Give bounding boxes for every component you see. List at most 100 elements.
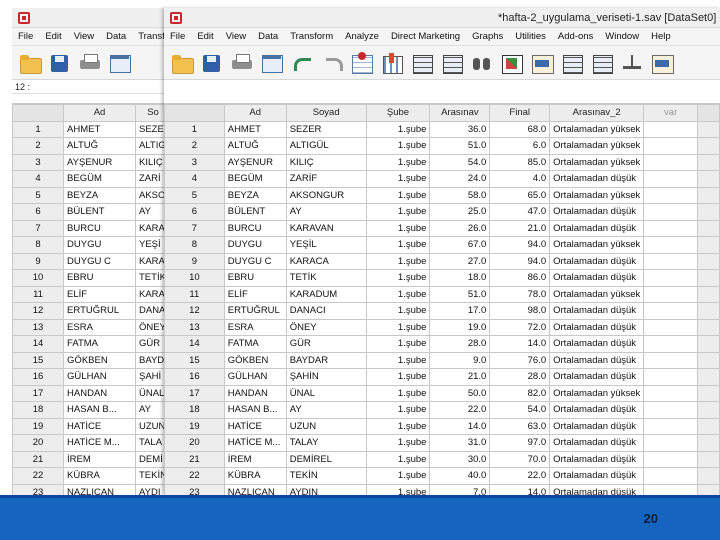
menu-item[interactable]: File [12,31,39,42]
data-cell[interactable]: 54.0 [489,401,551,419]
row-number[interactable]: 6 [12,203,65,221]
data-cell[interactable]: Ortalamadan yüksek [549,384,645,402]
data-cell[interactable]: 17.0 [429,302,491,320]
data-cell[interactable]: UZUN [285,417,367,435]
data-cell[interactable]: ALTUĞ [223,137,287,155]
data-cell[interactable]: Ortalamadan düşük [549,368,645,386]
row-number[interactable]: 3 [164,153,225,171]
data-cell[interactable]: HATİCE M... [63,434,136,452]
row-number[interactable]: 8 [164,236,225,254]
row-number[interactable]: 19 [164,417,225,435]
data-cell[interactable]: 31.0 [429,434,491,452]
menu-graphs[interactable]: Graphs [466,31,509,42]
data-cell[interactable]: GÜR [285,335,367,353]
row-number[interactable]: 9 [164,252,225,270]
data-cell[interactable]: Ortalamadan düşük [549,203,645,221]
row-number[interactable]: 21 [164,450,225,468]
data-cell[interactable]: 1.şube [365,384,431,402]
value-labels-icon[interactable] [650,52,674,74]
data-cell[interactable]: 1.şube [365,318,431,336]
column-header[interactable]: Soyad [285,104,367,122]
row-number[interactable]: 10 [164,269,225,287]
goto-case-icon[interactable] [350,51,374,74]
row-number[interactable]: 23 [12,483,65,495]
data-cell[interactable]: 7.0 [429,483,491,495]
empty-var-cell[interactable] [643,236,699,254]
data-cell[interactable]: 36.0 [429,120,491,138]
data-cell[interactable]: DUYGU C [223,252,287,270]
data-cell[interactable]: BURCU [223,219,287,237]
column-header[interactable]: Şube [365,104,431,122]
data-cell[interactable]: ZARİF [285,170,367,188]
data-cell[interactable]: 1.şube [365,137,431,155]
column-header[interactable]: Arasınav [429,104,491,122]
row-number[interactable]: 19 [12,417,65,435]
data-cell[interactable]: NAZLICAN [223,483,287,495]
row-number[interactable]: 14 [164,335,225,353]
empty-var-cell[interactable] [643,285,699,303]
data-cell[interactable]: 1.şube [365,203,431,221]
data-cell[interactable]: 1.şube [365,236,431,254]
data-cell[interactable]: BEYZA [63,186,136,204]
data-cell[interactable]: 14.0 [489,335,551,353]
data-cell[interactable]: AYDIN [285,483,367,495]
data-cell[interactable]: KILIÇ [285,153,367,171]
data-cell[interactable]: 1.şube [365,170,431,188]
empty-var-cell[interactable] [643,269,699,287]
empty-var-cell[interactable] [643,384,699,402]
data-cell[interactable]: TEKİN [285,467,367,485]
data-cell[interactable]: KÜBRA [223,467,287,485]
data-cell[interactable]: ŞAHİN [285,368,367,386]
data-cell[interactable]: DUYGU [63,236,136,254]
data-cell[interactable]: İREM [223,450,287,468]
menu-data[interactable]: Data [252,31,284,42]
row-number[interactable]: 1 [164,120,225,138]
menu-add-ons[interactable]: Add-ons [552,31,599,42]
data-cell[interactable]: 28.0 [429,335,491,353]
row-number[interactable]: 3 [12,153,65,171]
data-cell[interactable]: 40.0 [429,467,491,485]
empty-var-cell[interactable] [643,417,699,435]
row-number[interactable]: 7 [12,219,65,237]
data-cell[interactable]: YEŞİL [285,236,367,254]
empty-var-cell[interactable] [643,318,699,336]
empty-var-cell[interactable] [643,467,699,485]
row-number[interactable]: 17 [164,384,225,402]
binoculars-icon[interactable] [470,52,494,74]
data-cell[interactable]: 97.0 [489,434,551,452]
data-cell[interactable]: DUYGU C [63,252,136,270]
data-cell[interactable]: TALAY [285,434,367,452]
data-cell[interactable]: 1.şube [365,434,431,452]
data-cell[interactable]: 1.şube [365,335,431,353]
row-number[interactable]: 11 [12,285,65,303]
data-cell[interactable]: 50.0 [429,384,491,402]
grid-icon[interactable] [440,52,464,74]
column-header[interactable]: var [643,104,699,122]
data-cell[interactable]: ÜNAL [285,384,367,402]
menu-utilities[interactable]: Utilities [509,31,552,42]
empty-var-cell[interactable] [643,351,699,369]
data-cell[interactable]: Ortalamadan düşük [549,401,645,419]
save-icon[interactable] [48,52,72,74]
insert-variable-icon[interactable] [380,52,404,74]
data-cell[interactable]: 1.şube [365,120,431,138]
menu-edit[interactable]: Edit [191,31,219,42]
data-cell[interactable]: Ortalamadan düşük [549,417,645,435]
menu-analyze[interactable]: Analyze [339,31,385,42]
data-cell[interactable]: 72.0 [489,318,551,336]
redo-icon[interactable] [320,52,344,74]
row-number[interactable]: 18 [164,401,225,419]
data-cell[interactable]: 68.0 [489,120,551,138]
data-cell[interactable]: ÖNEY [285,318,367,336]
row-number[interactable]: 4 [164,170,225,188]
dialog-recall-icon[interactable] [108,52,132,74]
row-number[interactable]: 2 [12,137,65,155]
data-cell[interactable]: 65.0 [489,186,551,204]
data-cell[interactable]: KARAVAN [285,219,367,237]
folder-open-icon[interactable] [18,52,42,74]
row-number[interactable]: 21 [12,450,65,468]
labels-icon[interactable] [530,52,554,74]
data-cell[interactable]: 51.0 [429,285,491,303]
data-cell[interactable]: EBRU [63,269,136,287]
data-cell[interactable]: 70.0 [489,450,551,468]
